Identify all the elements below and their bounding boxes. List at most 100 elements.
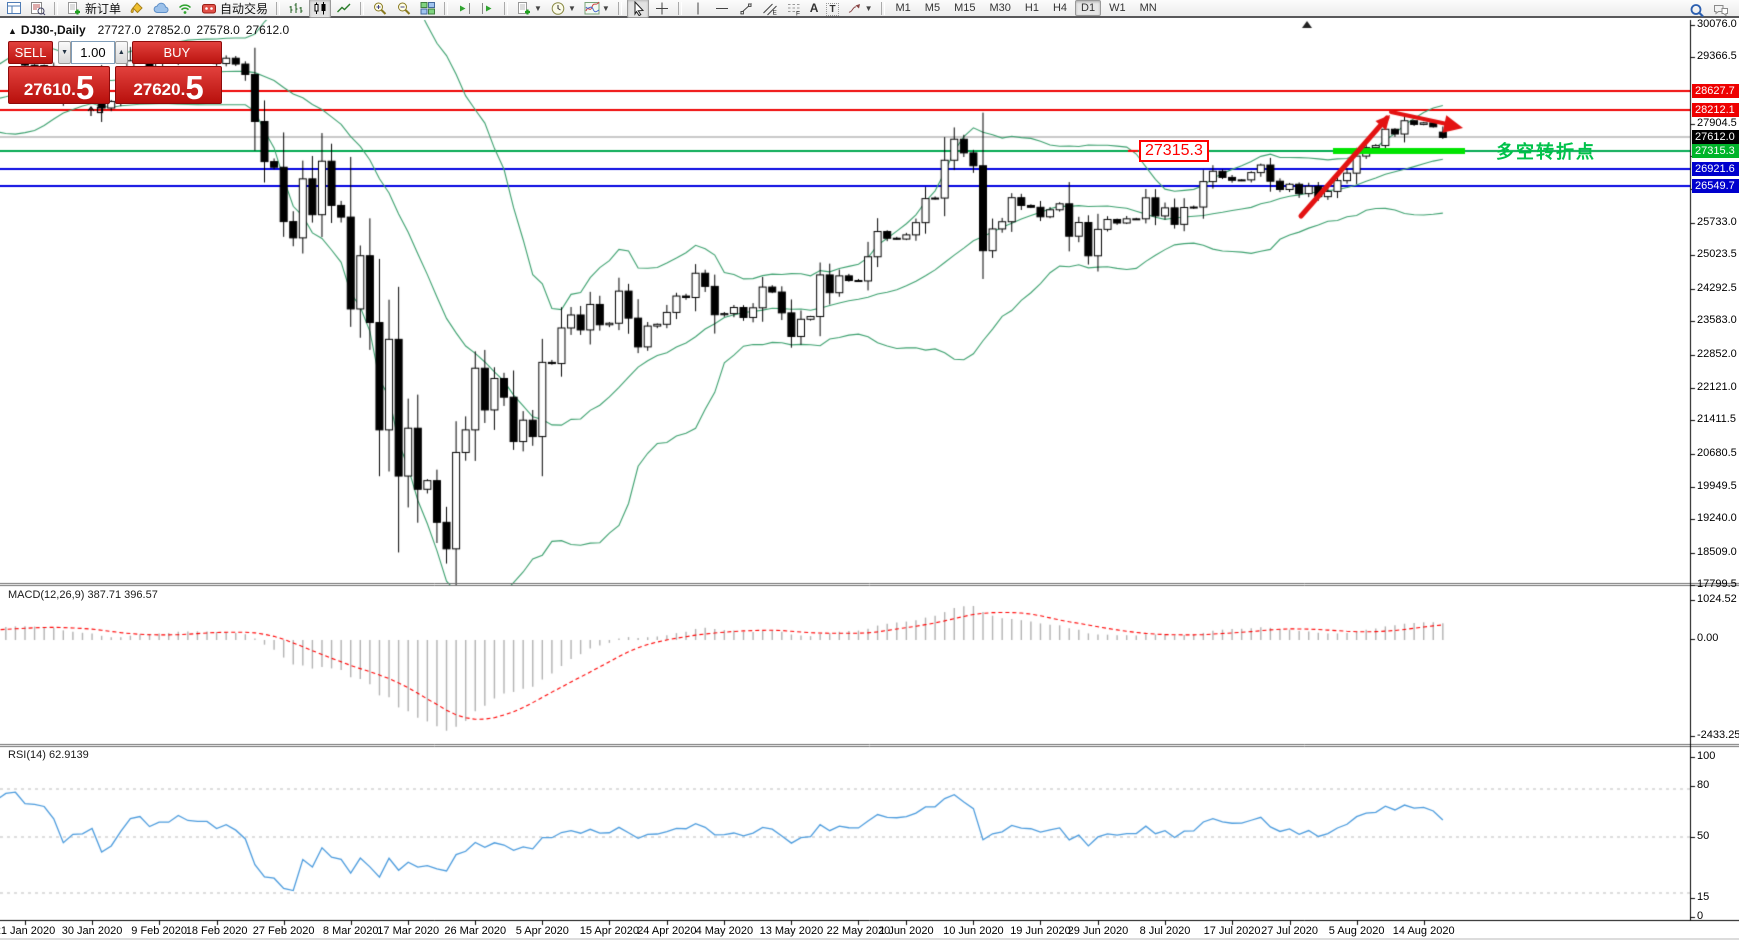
chart-canvas[interactable] — [0, 0, 1739, 940]
ohlc-low: 27578.0 — [196, 23, 239, 37]
toolbar-right-group — [1685, 1, 1733, 20]
zoom-out-icon — [396, 1, 412, 16]
timeframe-d1-button[interactable]: D1 — [1075, 0, 1101, 16]
horizontal-line-icon — [714, 1, 730, 16]
timeframe-mn-button[interactable]: MN — [1134, 0, 1163, 16]
bar-chart-button[interactable] — [285, 0, 307, 18]
sell-button[interactable]: SELL — [8, 41, 53, 64]
search-icon — [1689, 3, 1705, 18]
search-button[interactable] — [1686, 1, 1708, 20]
new-chart-icon — [516, 1, 532, 16]
zoom-in-button[interactable] — [369, 0, 391, 18]
indicators-button[interactable]: ▼ — [581, 0, 613, 18]
date-label: 27 Jul 2020 — [1261, 925, 1318, 937]
fibonacci-button[interactable]: F — [783, 0, 805, 18]
buy-button[interactable]: BUY — [132, 41, 222, 64]
timeframe-m15-button[interactable]: M15 — [948, 0, 981, 16]
market-watch-icon — [30, 1, 46, 16]
sell-price-pips: 5 — [76, 74, 94, 101]
vertical-line-button[interactable] — [687, 0, 709, 18]
chart-shift-icon — [456, 1, 472, 16]
date-label: 30 Jan 2020 — [62, 925, 123, 937]
timeframe-m5-button[interactable]: M5 — [919, 0, 946, 16]
equidistant-channel-icon: E — [762, 1, 778, 16]
volume-input[interactable] — [71, 41, 115, 64]
indicators-dropdown-icon[interactable]: ▼ — [602, 4, 610, 13]
arrows-dropdown-icon[interactable]: ▼ — [865, 4, 873, 13]
chart-windows-button[interactable] — [3, 0, 25, 18]
price-tick--2433.25: -2433.25 — [1697, 729, 1739, 742]
price-marker-26921.6: 26921.6 — [1692, 162, 1739, 176]
cursor-button[interactable] — [627, 0, 649, 18]
tile-windows-icon — [420, 1, 436, 16]
styles-bucket-button[interactable] — [126, 0, 148, 18]
date-label: 21 Jan 2020 — [0, 925, 55, 937]
horizontal-line-button[interactable] — [711, 0, 733, 18]
bar-chart-icon — [288, 1, 304, 16]
new-order-icon — [66, 1, 82, 16]
signal-button[interactable] — [174, 0, 196, 18]
date-label: 4 May 2020 — [696, 925, 753, 937]
buy-price-button[interactable]: 27620.5 — [115, 66, 222, 104]
price-tick-19240.0: 19240.0 — [1697, 512, 1737, 525]
timeframe-m1-button[interactable]: M1 — [890, 0, 917, 16]
sell-price-main: 27610 — [24, 81, 71, 101]
new-chart-button[interactable]: ▼ — [513, 0, 545, 18]
periods-button[interactable]: ▼ — [547, 0, 579, 18]
tile-windows-button[interactable] — [417, 0, 439, 18]
new-chart-dropdown-icon[interactable]: ▼ — [534, 4, 542, 13]
price-tick-17799.5: 17799.5 — [1697, 578, 1737, 591]
svg-text:F: F — [796, 10, 800, 16]
price-tick-0: 0 — [1697, 910, 1703, 923]
zoom-out-button[interactable] — [393, 0, 415, 18]
periods-icon — [550, 1, 566, 16]
chart-shift-button[interactable] — [453, 0, 475, 18]
date-label: 19 Jun 2020 — [1010, 925, 1071, 937]
toolbar-separator — [54, 2, 58, 15]
crosshair-button[interactable] — [651, 0, 673, 18]
equidistant-channel-button[interactable]: E — [759, 0, 781, 18]
cloud-button[interactable] — [150, 0, 172, 18]
ohlc-open: 27727.0 — [98, 23, 141, 37]
crosshair-icon — [654, 1, 670, 16]
timeframe-h1-button[interactable]: H1 — [1019, 0, 1045, 16]
timeframe-m30-button[interactable]: M30 — [983, 0, 1016, 16]
periods-dropdown-icon[interactable]: ▼ — [568, 4, 576, 13]
price-tick-22852.0: 22852.0 — [1697, 348, 1737, 361]
price-tick-0.00: 0.00 — [1697, 632, 1718, 645]
volume-decrement-button[interactable]: ▼ — [58, 41, 71, 64]
svg-text:E: E — [772, 9, 777, 16]
auto-scroll-button[interactable] — [477, 0, 499, 18]
date-label: 14 Aug 2020 — [1393, 925, 1455, 937]
auto-trading-button[interactable]: 自动交易 — [198, 0, 271, 18]
market-watch-button[interactable] — [27, 0, 49, 18]
volume-increment-button[interactable]: ▲ — [115, 41, 128, 64]
new-order-button[interactable]: 新订单 — [63, 0, 124, 18]
rsi-pane-label: RSI(14) 62.9139 — [8, 749, 89, 761]
candlestick-chart-button[interactable] — [309, 0, 331, 18]
date-label: 13 May 2020 — [760, 925, 824, 937]
chat-button[interactable] — [1710, 1, 1732, 20]
date-label: 29 Jun 2020 — [1068, 925, 1129, 937]
price-tick-29366.5: 29366.5 — [1697, 50, 1737, 63]
sell-price-button[interactable]: 27610.5 — [8, 66, 110, 104]
date-label: 1 Jun 2020 — [879, 925, 933, 937]
price-tick-25733.0: 25733.0 — [1697, 216, 1737, 229]
price-marker-28212.1: 28212.1 — [1692, 103, 1739, 117]
line-chart-button[interactable] — [333, 0, 355, 18]
trend-line-button[interactable] — [735, 0, 757, 18]
text-button[interactable]: A — [807, 0, 822, 18]
toolbar-left-group: 新订单 自动交易 ▼ ▼ ▼ E F AT ▼ M1M5M15M30H1H4D1W1MN — [2, 0, 1164, 18]
date-label: 5 Aug 2020 — [1329, 925, 1385, 937]
signal-icon — [177, 1, 193, 16]
line-chart-icon — [336, 1, 352, 16]
toolbar-separator — [618, 2, 622, 15]
symbol-marker-icon: ▲ — [8, 26, 17, 36]
text-label-button[interactable]: T — [823, 0, 841, 18]
date-label: 10 Jun 2020 — [943, 925, 1004, 937]
zoom-in-icon — [372, 1, 388, 16]
toolbar-separator — [881, 2, 885, 15]
timeframe-h4-button[interactable]: H4 — [1047, 0, 1073, 16]
timeframe-w1-button[interactable]: W1 — [1103, 0, 1132, 16]
arrows-button[interactable]: ▼ — [844, 0, 876, 18]
